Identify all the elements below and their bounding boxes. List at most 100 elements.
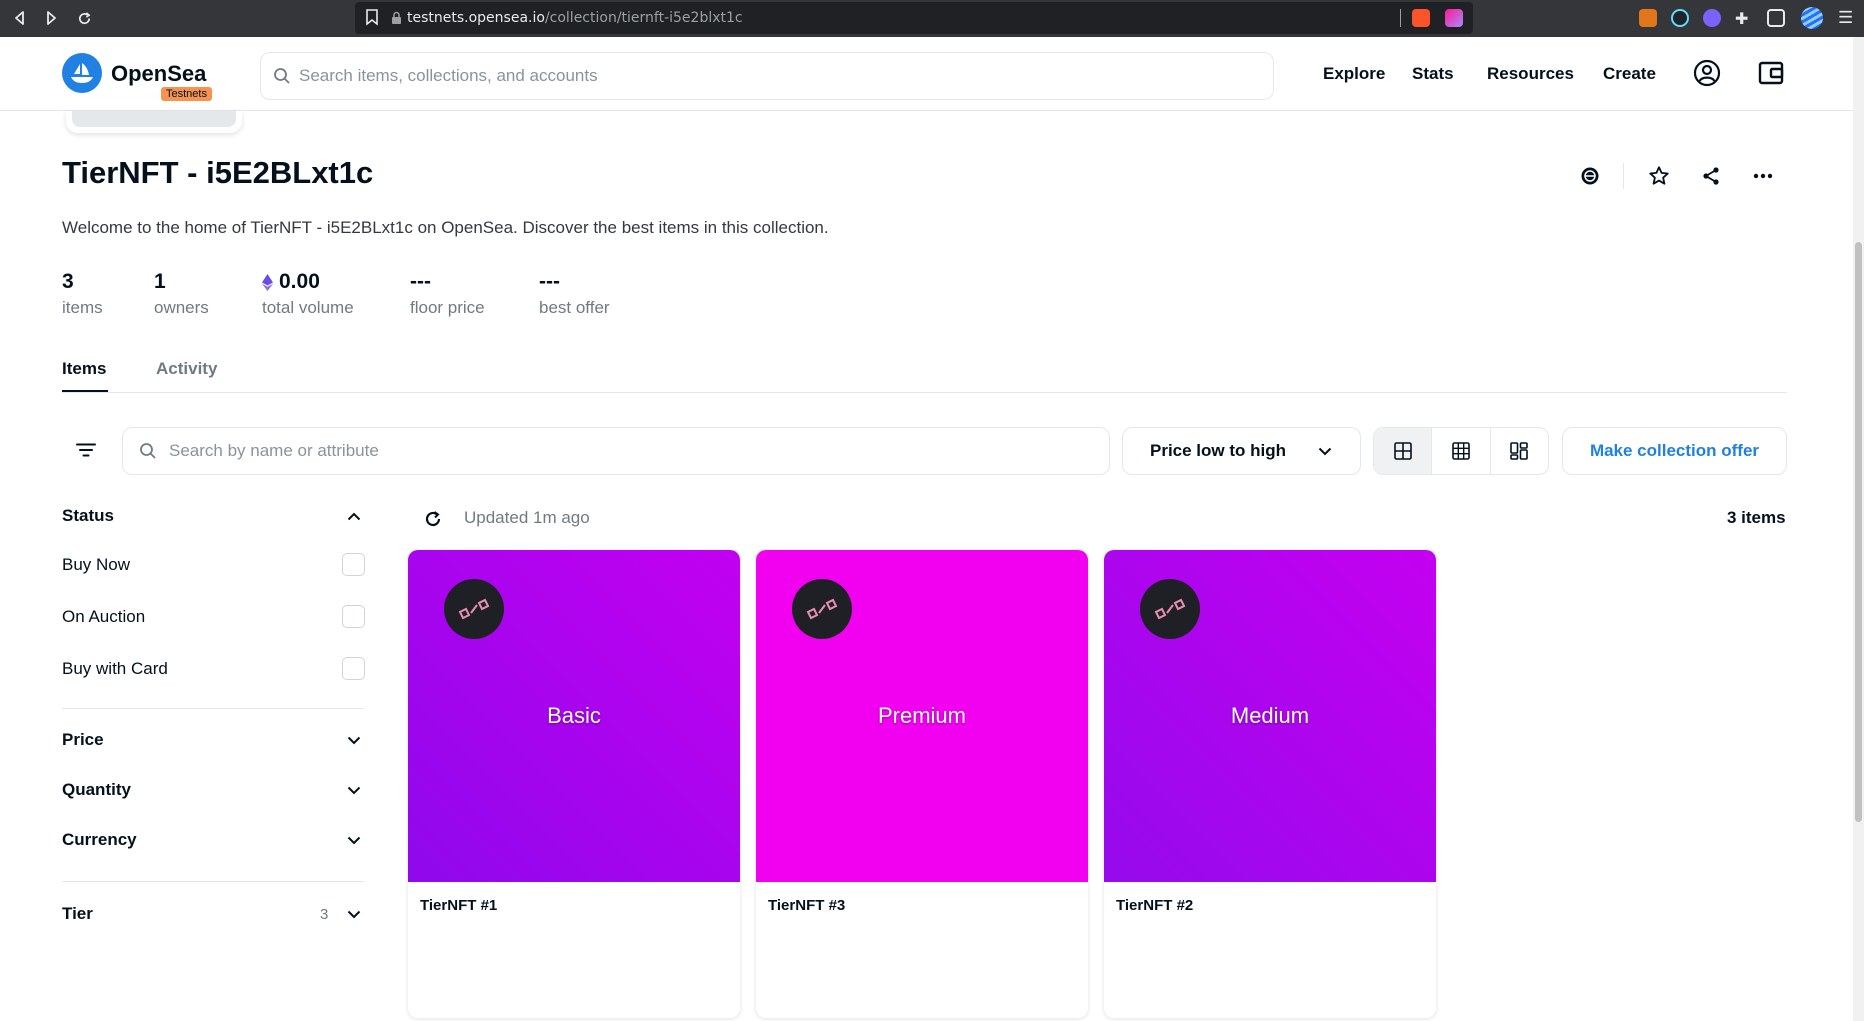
brave-shield-icon[interactable] (1412, 9, 1430, 27)
nft-name: TierNFT #2 (1116, 897, 1194, 914)
filter-tier-title[interactable]: Tier (62, 904, 93, 924)
nft-card[interactable]: Basic TierNFT #1 (408, 550, 740, 1018)
sidebar-divider (62, 708, 364, 709)
nft-image: Medium (1104, 550, 1436, 882)
nft-tier-text: Basic (547, 703, 601, 728)
refresh-icon[interactable] (421, 507, 445, 531)
eth-icon (262, 273, 273, 291)
forward-icon[interactable] (40, 7, 62, 29)
wallet-header-icon[interactable] (1756, 58, 1786, 88)
checkbox-buy-with-card[interactable] (342, 657, 365, 680)
stat-items-value: 3 (62, 270, 74, 293)
scrollbar-thumb[interactable] (1855, 242, 1862, 822)
address-bar[interactable]: testnets.opensea.io/collection/tiernft-i… (355, 2, 1473, 34)
view-toggle-group (1373, 427, 1549, 475)
nft-card[interactable]: Premium TierNFT #3 (756, 550, 1088, 1018)
item-search-input[interactable] (169, 441, 1069, 461)
chevron-up-icon[interactable] (344, 506, 364, 526)
lock-icon (391, 11, 402, 30)
stat-owners-value: 1 (154, 270, 166, 293)
global-search-input[interactable] (299, 66, 1199, 86)
browser-toolbar: testnets.opensea.io/collection/tiernft-i… (0, 0, 1864, 37)
nft-tier-text: Medium (1230, 703, 1310, 728)
stat-floor: --- floor price (410, 270, 485, 318)
website-icon[interactable] (1577, 163, 1603, 189)
nft-badge-icon (444, 579, 504, 639)
checkbox-buy-now[interactable] (342, 553, 365, 576)
nft-image: Basic (408, 550, 740, 882)
small-grid-view-icon[interactable] (1432, 428, 1491, 474)
action-divider (1623, 163, 1624, 189)
tabs-divider (62, 392, 1787, 393)
sort-dropdown[interactable]: Price low to high (1122, 427, 1361, 475)
extensions-puzzle-icon[interactable]: ✚ (1735, 9, 1748, 29)
star-icon[interactable] (1646, 163, 1672, 189)
brave-wallet-icon[interactable] (1801, 7, 1823, 29)
testnets-badge: Testnets (161, 87, 212, 101)
url-separator (1400, 9, 1401, 27)
nav-resources[interactable]: Resources (1487, 64, 1574, 84)
status-option-buy-now: Buy Now (62, 555, 131, 574)
chevron-down-icon[interactable] (344, 904, 364, 924)
site-header: OpenSea Testnets Explore Stats Resources… (0, 37, 1853, 111)
results-count: 3 items (1727, 508, 1786, 527)
stat-volume: 0.00 total volume (262, 270, 354, 318)
nft-badge-icon (1140, 579, 1200, 639)
search-icon (273, 67, 291, 85)
wallet-icon[interactable] (1767, 9, 1785, 27)
page-scrollbar[interactable] (1853, 37, 1864, 1021)
more-icon[interactable] (1750, 163, 1776, 189)
chevron-down-icon[interactable] (344, 830, 364, 850)
masonry-view-icon[interactable] (1491, 428, 1548, 474)
nav-stats[interactable]: Stats (1412, 64, 1454, 84)
stat-volume-label: total volume (262, 298, 354, 317)
metamask-icon[interactable] (1639, 9, 1657, 27)
share-icon[interactable] (1698, 163, 1724, 189)
filter-toggle-icon[interactable] (72, 437, 100, 463)
make-collection-offer-button[interactable]: Make collection offer (1562, 427, 1787, 475)
react-devtools-icon[interactable] (1671, 9, 1689, 27)
url-host: testnets.opensea.io (407, 10, 545, 26)
extension-eye-icon[interactable] (1703, 9, 1721, 27)
status-option-on-auction: On Auction (62, 607, 146, 626)
profile-icon[interactable] (1692, 58, 1722, 88)
brave-rewards-icon[interactable] (1445, 9, 1463, 27)
stat-best-offer: --- best offer (539, 270, 610, 318)
url-text: testnets.opensea.io/collection/tiernft-i… (407, 10, 743, 26)
nav-create[interactable]: Create (1603, 64, 1656, 84)
item-search[interactable] (122, 427, 1110, 475)
nft-name: TierNFT #1 (420, 897, 498, 914)
chevron-down-icon[interactable] (344, 730, 364, 750)
large-grid-view-icon[interactable] (1374, 428, 1433, 474)
global-search[interactable] (260, 52, 1274, 100)
filter-quantity-title[interactable]: Quantity (62, 780, 131, 800)
menu-icon[interactable]: ☰ (1838, 8, 1853, 28)
logo-text[interactable]: OpenSea (111, 61, 206, 87)
filter-status-title[interactable]: Status (62, 506, 114, 526)
search-icon (139, 442, 157, 460)
checkbox-on-auction[interactable] (342, 605, 365, 628)
nft-card[interactable]: Medium TierNFT #2 (1104, 550, 1436, 1018)
url-path: /collection/tiernft-i5e2blxt1c (544, 10, 743, 26)
nft-image: Premium (756, 550, 1088, 882)
nft-badge-icon (792, 579, 852, 639)
filter-price-title[interactable]: Price (62, 730, 104, 750)
sidebar-divider (62, 881, 364, 882)
filter-currency-title[interactable]: Currency (62, 830, 137, 850)
collection-title: TierNFT - i5E2BLxt1c (62, 155, 374, 190)
stat-best-offer-value: --- (539, 270, 560, 293)
nft-name: TierNFT #3 (768, 897, 846, 914)
tab-activity[interactable]: Activity (156, 359, 217, 379)
nav-explore[interactable]: Explore (1323, 64, 1385, 84)
collection-avatar (66, 111, 242, 133)
reload-icon[interactable] (73, 7, 95, 29)
opensea-logo-icon[interactable] (62, 53, 102, 93)
status-option-buy-with-card: Buy with Card (62, 659, 168, 678)
bookmark-icon[interactable] (365, 9, 379, 31)
chevron-down-icon[interactable] (344, 780, 364, 800)
collection-description: Welcome to the home of TierNFT - i5E2BLx… (62, 218, 829, 237)
back-icon[interactable] (9, 7, 31, 29)
nft-tier-text: Premium (877, 703, 966, 728)
stat-owners-label: owners (154, 298, 209, 317)
tab-items[interactable]: Items (62, 359, 106, 379)
